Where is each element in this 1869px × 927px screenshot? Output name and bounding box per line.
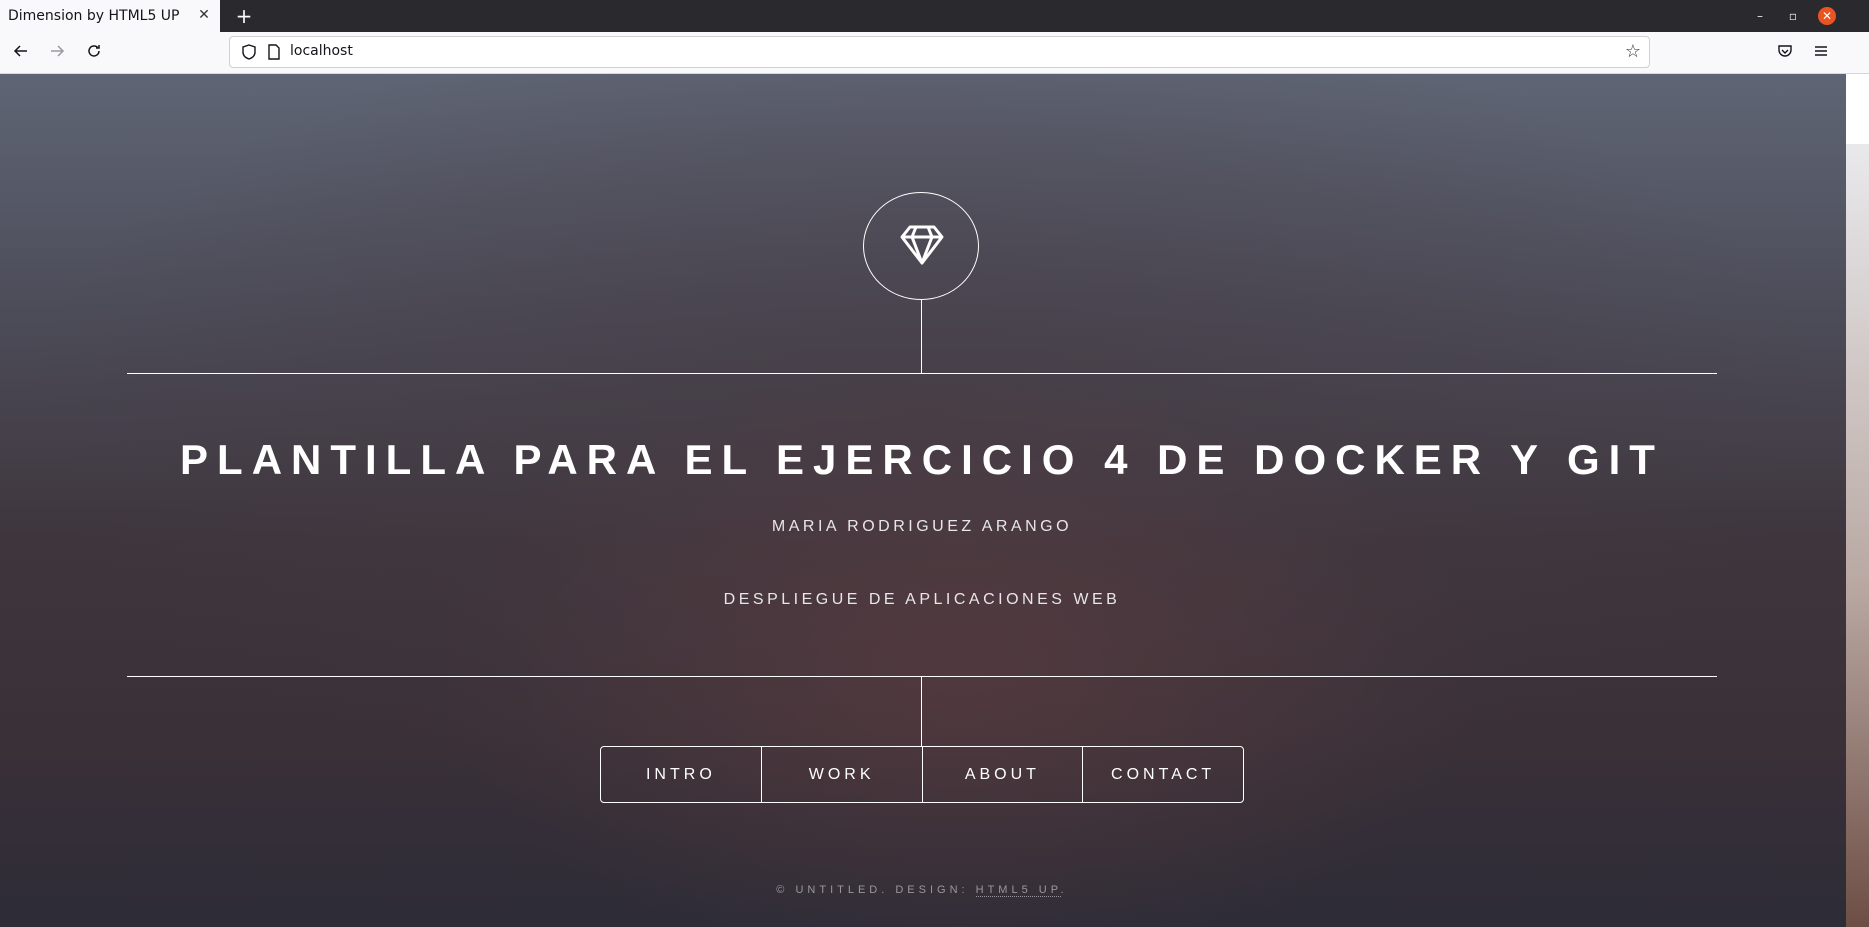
navigation-toolbar: localhost ☆ [0, 32, 1869, 74]
active-tab[interactable]: Dimension by HTML5 UP ✕ [0, 0, 220, 32]
reload-icon[interactable] [83, 43, 105, 65]
new-tab-button[interactable]: + [232, 4, 256, 28]
window-close-button[interactable]: ✕ [1818, 7, 1836, 25]
diamond-icon [900, 225, 944, 265]
main-nav: INTRO WORK ABOUT CONTACT [600, 746, 1244, 803]
logo [863, 192, 979, 300]
nav-intro[interactable]: INTRO [601, 747, 761, 802]
tab-bar: Dimension by HTML5 UP ✕ + – ▫ ✕ [0, 0, 1869, 32]
tab-close-icon[interactable]: ✕ [196, 7, 212, 23]
nav-work[interactable]: WORK [760, 747, 922, 802]
back-arrow-icon[interactable] [10, 43, 32, 65]
background-edge [1846, 74, 1869, 927]
footer-suffix: . [1060, 884, 1068, 896]
shield-icon[interactable] [240, 43, 258, 61]
page-icon [268, 44, 280, 60]
page-title: PLANTILLA PARA EL EJERCICIO 4 DE DOCKER … [180, 436, 1664, 483]
background-edge-top [1846, 74, 1869, 144]
pocket-icon[interactable] [1774, 43, 1796, 65]
star-icon[interactable]: ☆ [1625, 41, 1641, 62]
footer: © UNTITLED. DESIGN: HTML5 UP. [127, 884, 1717, 897]
divider-bottom [127, 676, 1717, 677]
nav-about[interactable]: ABOUT [921, 747, 1083, 802]
author-name: MARIA RODRIGUEZ ARANGO [771, 518, 1073, 535]
connector-line [921, 300, 922, 373]
connector-line-bottom [921, 677, 922, 746]
subject-name: DESPLIEGUE DE APLICACIONES WEB [723, 591, 1121, 608]
minimize-button[interactable]: – [1752, 8, 1768, 24]
nav-contact[interactable]: CONTACT [1082, 747, 1243, 802]
footer-link[interactable]: HTML5 UP [975, 884, 1061, 897]
footer-copyright: © UNTITLED. DESIGN: [776, 884, 976, 896]
url-text[interactable]: localhost [290, 43, 353, 59]
forward-arrow-icon[interactable] [46, 43, 68, 65]
url-bar[interactable]: localhost ☆ [229, 36, 1650, 68]
menu-icon[interactable] [1810, 43, 1832, 65]
tab-title: Dimension by HTML5 UP [8, 8, 180, 24]
restore-button[interactable]: ▫ [1785, 8, 1801, 24]
divider-top [127, 373, 1717, 374]
